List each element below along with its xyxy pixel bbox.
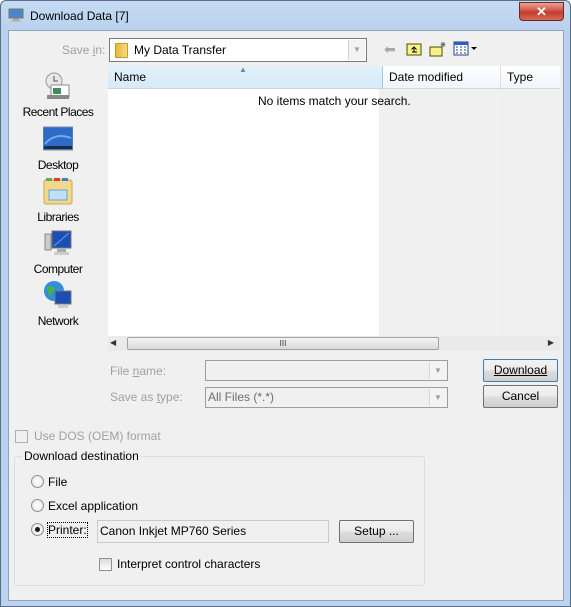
views-menu-icon[interactable] [453, 40, 479, 58]
setup-button[interactable]: Setup ... [339, 520, 414, 543]
scroll-thumb[interactable]: III [127, 337, 439, 350]
place-label: Desktop [37, 158, 79, 172]
save-in-label: Save in: [62, 43, 106, 57]
file-name-input[interactable]: ▼ [205, 360, 448, 381]
place-label: Recent Places [22, 105, 94, 119]
grip-icon: III [279, 339, 287, 348]
interpret-control-label[interactable]: Interpret control characters [117, 557, 260, 571]
save-as-type-label: Save as type: [110, 390, 183, 404]
places-bar: Recent Places Desktop Libraries Computer… [9, 61, 107, 351]
interpret-control-checkbox[interactable] [99, 558, 112, 571]
place-libraries[interactable]: Libraries [9, 176, 107, 224]
dialog-client-area: Save in: My Data Transfer ▼ ⬅ Recent Pla… [8, 30, 564, 601]
close-button[interactable]: ✕ [519, 2, 564, 21]
save-in-combo[interactable]: My Data Transfer ▼ [109, 38, 367, 62]
place-label: Network [37, 314, 79, 328]
save-as-type-value: All Files (*.*) [208, 390, 275, 404]
scroll-right-icon[interactable]: ▶ [548, 338, 554, 347]
scroll-left-icon[interactable]: ◀ [110, 338, 116, 347]
file-list[interactable]: ▲ Name Date modified Type No items match… [108, 65, 560, 351]
chevron-down-icon[interactable]: ▼ [429, 389, 446, 406]
column-header-date-modified[interactable]: Date modified [383, 66, 501, 89]
file-name-label: File name: [110, 364, 167, 378]
radio-printer-label[interactable]: Printer: [47, 522, 88, 538]
radio-file[interactable] [31, 475, 44, 488]
dos-format-label: Use DOS (OEM) format [34, 429, 161, 443]
group-title: Download destination [22, 449, 141, 463]
download-data-dialog: Download Data [7] ✕ Save in: My Data Tra… [0, 0, 571, 607]
chevron-down-icon[interactable]: ▼ [348, 40, 365, 60]
radio-excel[interactable] [31, 499, 44, 512]
setup-label: Setup ... [354, 524, 399, 538]
window-title: Download Data [7] [30, 9, 129, 23]
place-computer[interactable]: Computer [9, 228, 107, 276]
place-label: Libraries [37, 210, 79, 224]
back-arrow-icon[interactable]: ⬅ [384, 40, 396, 58]
save-in-value: My Data Transfer [134, 43, 227, 57]
computer-icon [44, 230, 72, 255]
radio-excel-label[interactable]: Excel application [48, 499, 138, 513]
download-label: Download [493, 363, 548, 377]
folder-icon [115, 43, 128, 58]
horizontal-scrollbar[interactable]: ◀ III ▶ [108, 336, 560, 351]
printer-name: Canon Inkjet MP760 Series [100, 524, 247, 538]
cancel-button[interactable]: Cancel [483, 385, 558, 408]
network-icon [44, 281, 72, 308]
download-button[interactable]: Download [483, 359, 558, 382]
chevron-down-icon[interactable]: ▼ [429, 362, 446, 379]
dos-format-checkbox[interactable] [15, 430, 28, 443]
desktop-icon [42, 126, 74, 151]
column-divider [501, 89, 502, 336]
place-label: Computer [33, 262, 83, 276]
radio-file-label[interactable]: File [48, 475, 67, 489]
save-as-type-select[interactable]: All Files (*.*) ▼ [205, 387, 448, 408]
column-header-type[interactable]: Type [501, 66, 560, 89]
radio-printer[interactable] [31, 523, 44, 536]
sort-ascending-icon: ▲ [239, 65, 247, 74]
up-folder-icon[interactable] [406, 40, 422, 58]
place-desktop[interactable]: Desktop [9, 124, 107, 172]
window-monitor-icon [8, 8, 24, 22]
place-recent-places[interactable]: Recent Places [9, 71, 107, 119]
column-header-name[interactable]: ▲ Name [108, 65, 383, 89]
printer-name-field: Canon Inkjet MP760 Series [97, 520, 329, 543]
column-label: Type [507, 70, 534, 84]
column-label: Name [114, 70, 147, 84]
cancel-label: Cancel [501, 389, 540, 403]
place-network[interactable]: Network [9, 280, 107, 328]
recent-places-icon [45, 72, 70, 99]
empty-message: No items match your search. [258, 94, 411, 108]
title-bar[interactable]: Download Data [7] ✕ [1, 1, 570, 31]
column-label: Date modified [389, 70, 464, 84]
new-folder-icon[interactable] [429, 40, 447, 58]
libraries-icon [43, 178, 73, 205]
